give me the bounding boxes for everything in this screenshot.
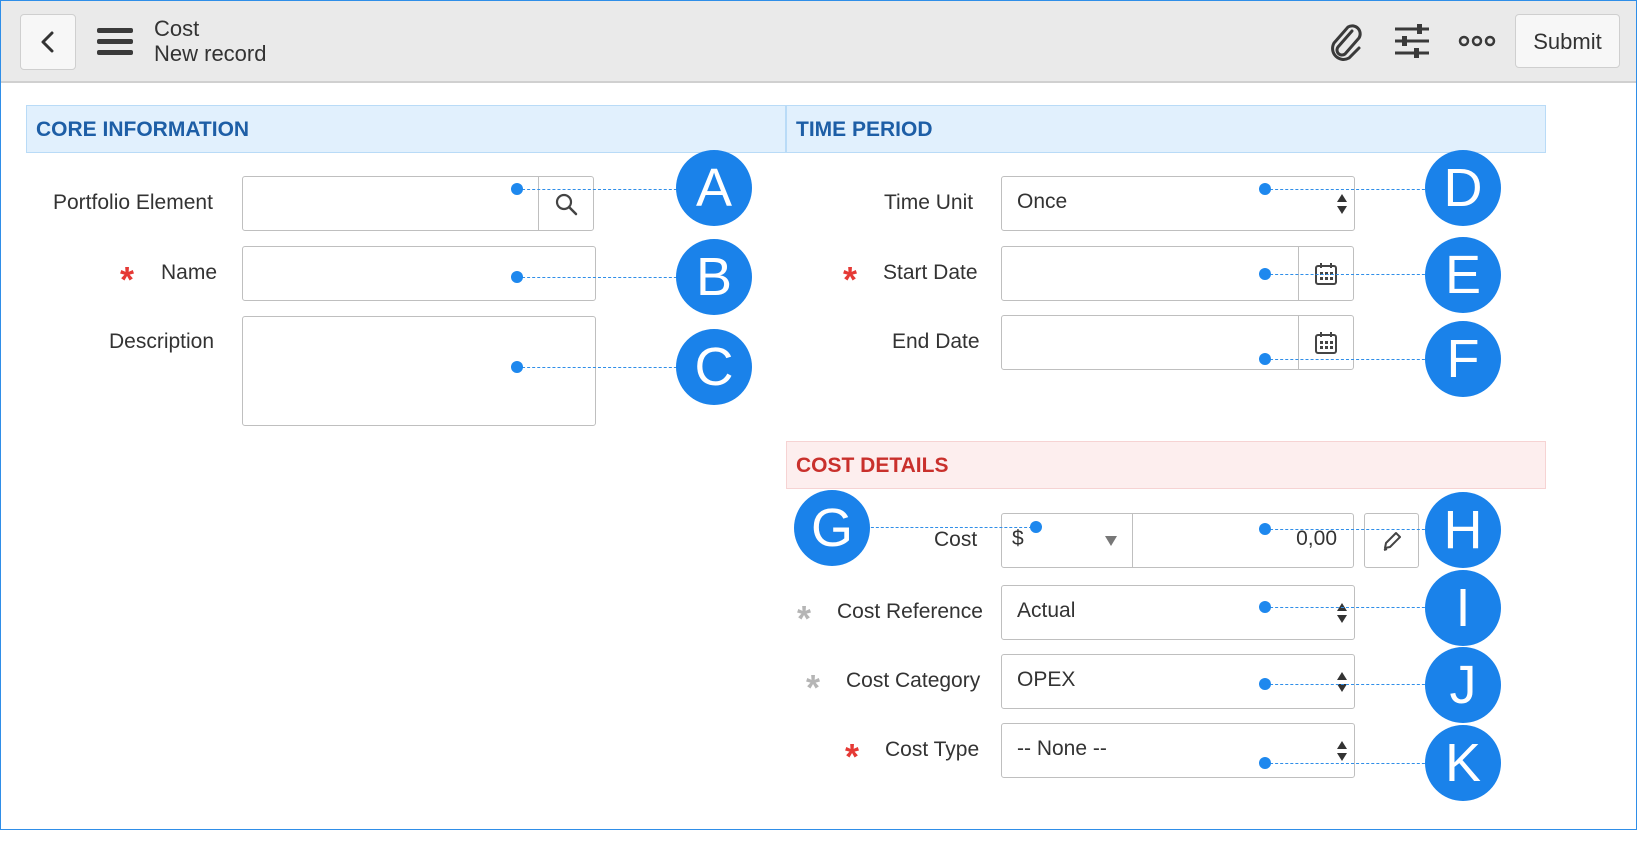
callout-dot	[1259, 601, 1271, 613]
form-window: Cost New record Submit CORE INFORMATION …	[0, 0, 1637, 830]
mandatory-star-icon: *	[806, 667, 821, 708]
section-cost-details: COST DETAILS	[786, 441, 1546, 489]
select-arrows-icon	[1337, 672, 1347, 692]
time-unit-label: Time Unit	[884, 191, 974, 214]
callout-dot	[511, 271, 523, 283]
cost-category-label: Cost Category	[846, 669, 981, 692]
callout-badge-b: B	[676, 239, 752, 315]
callout-dot	[1259, 757, 1271, 769]
description-textarea[interactable]	[242, 316, 596, 426]
cost-category-select[interactable]: OPEX	[1001, 654, 1355, 709]
description-label: Description	[109, 330, 215, 353]
end-date-input[interactable]	[1001, 315, 1354, 370]
portfolio-lookup-button[interactable]	[538, 177, 593, 230]
callout-leader	[861, 527, 1037, 528]
cost-type-label: Cost Type	[885, 738, 980, 761]
pencil-icon	[1383, 532, 1401, 551]
section-core-information: CORE INFORMATION	[26, 105, 786, 153]
cost-reference-select[interactable]: Actual	[1001, 585, 1355, 640]
calendar-icon	[1315, 331, 1337, 354]
callout-leader	[517, 277, 687, 278]
callout-badge-j: J	[1425, 647, 1501, 723]
currency-select[interactable]: $	[1001, 513, 1133, 568]
record-title: Cost	[154, 16, 200, 41]
callout-badge-e: E	[1425, 237, 1501, 313]
search-icon	[555, 193, 578, 215]
time-unit-value: Once	[1017, 190, 1068, 213]
cost-category-value: OPEX	[1017, 668, 1076, 691]
callout-leader	[1265, 684, 1435, 685]
mandatory-star-icon: *	[797, 598, 812, 639]
end-date-label: End Date	[892, 330, 980, 353]
chevron-left-icon	[41, 31, 54, 53]
callout-leader	[1265, 189, 1435, 190]
callout-badge-g: G	[794, 490, 870, 566]
section-time-period: TIME PERIOD	[786, 105, 1546, 153]
currency-value: $	[1012, 527, 1024, 550]
callout-dot	[1259, 523, 1271, 535]
callout-leader	[1265, 274, 1435, 275]
callout-dot	[1259, 183, 1271, 195]
callout-badge-c: C	[676, 329, 752, 405]
callout-leader	[1265, 607, 1435, 608]
select-arrows-icon	[1337, 194, 1347, 214]
callout-dot	[1259, 678, 1271, 690]
top-bar: Cost New record Submit	[1, 1, 1636, 83]
back-button[interactable]	[20, 14, 76, 70]
start-date-label: Start Date	[883, 261, 978, 284]
callout-leader	[1265, 763, 1435, 764]
cost-type-select[interactable]: -- None --	[1001, 723, 1355, 778]
callout-badge-a: A	[676, 150, 752, 226]
callout-leader	[1265, 529, 1435, 530]
cost-label: Cost	[934, 528, 978, 551]
cost-type-value: -- None --	[1017, 737, 1107, 760]
portfolio-element-field[interactable]	[242, 176, 594, 231]
end-date-picker-button[interactable]	[1298, 316, 1353, 369]
callout-leader	[1265, 359, 1435, 360]
callout-dot	[511, 183, 523, 195]
name-label: Name	[161, 261, 218, 284]
required-star-icon: *	[120, 259, 135, 300]
cost-reference-value: Actual	[1017, 599, 1076, 622]
sliders-icon[interactable]	[1393, 21, 1431, 61]
callout-badge-f: F	[1425, 321, 1501, 397]
callout-dot	[1030, 521, 1042, 533]
callout-badge-i: I	[1425, 570, 1501, 646]
callout-dot	[1259, 268, 1271, 280]
callout-leader	[517, 189, 687, 190]
select-arrows-icon	[1337, 741, 1347, 761]
portfolio-element-label: Portfolio Element	[53, 191, 213, 214]
record-subtitle: New record	[154, 41, 267, 66]
callout-leader	[517, 367, 687, 368]
paperclip-icon[interactable]	[1326, 23, 1366, 63]
callout-dot	[511, 361, 523, 373]
callout-badge-d: D	[1425, 150, 1501, 226]
cost-amount-input[interactable]: 0,00	[1132, 513, 1354, 568]
time-unit-select[interactable]: Once	[1001, 176, 1355, 231]
callout-dot	[1259, 353, 1271, 365]
caret-down-icon	[1105, 536, 1117, 546]
hamburger-menu-icon[interactable]	[97, 28, 133, 56]
name-input[interactable]	[242, 246, 596, 301]
submit-button[interactable]: Submit	[1515, 14, 1620, 68]
more-options-icon[interactable]	[1458, 35, 1496, 47]
callout-badge-h: H	[1425, 492, 1501, 568]
select-arrows-icon	[1337, 603, 1347, 623]
cost-amount-value: 0,00	[1296, 527, 1337, 550]
callout-badge-k: K	[1425, 725, 1501, 801]
required-star-icon: *	[845, 736, 860, 777]
cost-reference-label: Cost Reference	[837, 600, 983, 623]
required-star-icon: *	[843, 259, 858, 300]
edit-cost-button[interactable]	[1364, 513, 1419, 568]
